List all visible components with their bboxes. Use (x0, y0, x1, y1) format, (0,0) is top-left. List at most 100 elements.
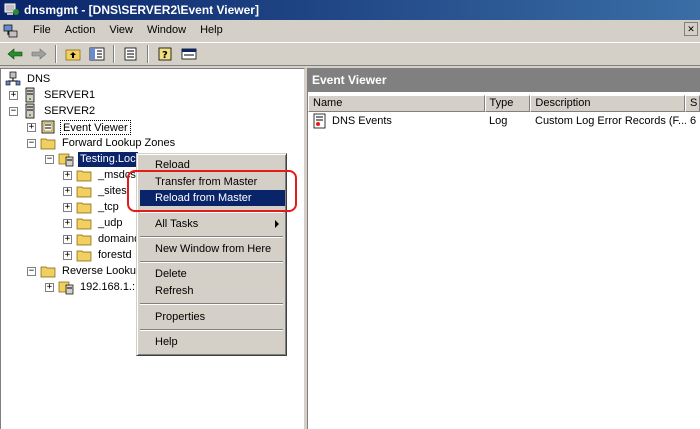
context-menu-refresh[interactable]: Refresh (140, 283, 285, 299)
folder-icon (76, 231, 92, 247)
list-item[interactable]: DNS Events Log Custom Log Error Records … (308, 113, 700, 129)
tree-label: DNS (27, 72, 51, 85)
collapse-icon[interactable]: − (45, 154, 54, 164)
folder-icon (40, 135, 56, 151)
tree-label: Event Viewer (60, 119, 131, 135)
tree-node-subfolder[interactable]: + _sites (63, 183, 129, 199)
console-tree-icon (89, 47, 105, 61)
context-menu-separator (140, 329, 283, 331)
collapse-icon[interactable]: − (27, 138, 36, 148)
folder-up-icon (65, 49, 81, 61)
event-log-icon (40, 119, 56, 135)
expand-icon[interactable]: + (63, 202, 72, 212)
column-header-size[interactable]: S (685, 95, 700, 112)
menu-file[interactable]: File (26, 21, 58, 40)
tree-label: Testing.Loc (78, 151, 138, 167)
tree-node-subfolder[interactable]: + _tcp (63, 199, 121, 215)
tree-node-testing-zone[interactable]: − Testing.Loc (45, 151, 138, 167)
context-menu-properties[interactable]: Properties (140, 309, 285, 325)
context-menu-delete[interactable]: Delete (140, 266, 285, 282)
context-menu-new-window[interactable]: New Window from Here (140, 241, 285, 257)
tree-label: Reverse Lookup (62, 264, 143, 277)
dns-console-icon (5, 71, 21, 87)
list-cell-description: Custom Log Error Records (F... (535, 115, 686, 127)
column-header-type[interactable]: Type (484, 95, 531, 112)
result-pane-header: Event Viewer (308, 69, 700, 92)
folder-icon (76, 199, 92, 215)
list-cell-size: 6 (690, 115, 697, 127)
context-menu-all-tasks[interactable]: All Tasks (140, 216, 285, 232)
window-title: dnsmgmt - [DNS\SERVER2\Event Viewer] (24, 3, 259, 17)
tree-label: Forward Lookup Zones (62, 136, 176, 149)
menu-help[interactable]: Help (193, 21, 230, 40)
tree-node-subfolder[interactable]: + forestd (63, 247, 134, 263)
expand-icon[interactable]: + (27, 122, 36, 132)
expand-icon[interactable]: + (45, 282, 54, 292)
export-list-icon (124, 47, 137, 61)
tree-node-event-viewer[interactable]: + Event Viewer (27, 119, 131, 135)
tree-label: _tcp (98, 200, 119, 213)
server-icon (22, 103, 38, 119)
toolbar: ? (0, 42, 700, 66)
column-header-description[interactable]: Description (530, 95, 686, 112)
tree-node-reverse-lookup-zones[interactable]: − Reverse Lookup (27, 263, 144, 279)
toolbar-separator (55, 45, 57, 63)
help-book-icon: ? (158, 47, 172, 61)
server-icon (22, 87, 38, 103)
tree-node-server1[interactable]: + SERVER1 (9, 87, 97, 103)
tree-node-dns[interactable]: DNS (5, 71, 52, 87)
forward-arrow-icon (31, 48, 47, 60)
up-one-level-button[interactable] (62, 44, 84, 64)
column-header-name[interactable]: Name (308, 95, 485, 112)
tree-node-subfolder[interactable]: + _udp (63, 215, 124, 231)
child-window-controls: ✕ (684, 22, 698, 36)
expand-icon[interactable]: + (63, 186, 72, 196)
back-button[interactable] (4, 44, 26, 64)
context-menu-help[interactable]: Help (140, 334, 285, 350)
result-pane: Event Viewer Name Type Description S DNS… (307, 68, 700, 429)
properties-icon (181, 48, 197, 60)
expand-icon[interactable]: + (63, 170, 72, 180)
title-bar: dnsmgmt - [DNS\SERVER2\Event Viewer] (0, 0, 700, 20)
folder-icon (76, 167, 92, 183)
tree-node-forward-lookup-zones[interactable]: − Forward Lookup Zones (27, 135, 177, 151)
help-button[interactable]: ? (154, 44, 176, 64)
list-cell-name-text: DNS Events (332, 115, 392, 127)
menu-view[interactable]: View (102, 21, 140, 40)
forward-button[interactable] (28, 44, 50, 64)
context-menu-separator (140, 303, 283, 305)
expand-icon[interactable]: + (63, 250, 72, 260)
expand-icon[interactable]: + (9, 90, 18, 100)
console-menu-icon[interactable] (2, 23, 20, 39)
expand-icon[interactable]: + (63, 218, 72, 228)
collapse-icon[interactable]: − (27, 266, 36, 276)
properties-button[interactable] (178, 44, 200, 64)
list-column-headers: Name Type Description S (308, 95, 700, 112)
svg-text:?: ? (162, 50, 168, 61)
zone-icon (58, 279, 74, 295)
dns-console-icon (4, 3, 20, 17)
submenu-arrow-icon (275, 220, 279, 228)
tree-label: SERVER2 (44, 104, 96, 117)
back-arrow-icon (7, 48, 23, 60)
tree-node-reverse-zone[interactable]: + 192.168.1.: (45, 279, 137, 295)
zone-icon (58, 151, 74, 167)
expand-icon[interactable]: + (63, 234, 72, 244)
export-list-button[interactable] (120, 44, 142, 64)
toolbar-separator (113, 45, 115, 63)
show-hide-tree-button[interactable] (86, 44, 108, 64)
child-close-button[interactable]: ✕ (684, 22, 698, 36)
menu-bar: File Action View Window Help ✕ (0, 20, 700, 41)
menu-window[interactable]: Window (140, 21, 193, 40)
tree-node-server2[interactable]: − SERVER2 (9, 103, 97, 119)
toolbar-separator (147, 45, 149, 63)
tree-label: _sites (98, 184, 127, 197)
collapse-icon[interactable]: − (9, 106, 18, 116)
folder-icon (40, 263, 56, 279)
menu-action[interactable]: Action (58, 21, 103, 40)
context-menu-separator (140, 236, 283, 238)
folder-icon (76, 247, 92, 263)
list-cell-name: DNS Events (308, 113, 485, 129)
tree-node-subfolder[interactable]: + domaind (63, 231, 142, 247)
event-log-icon (312, 113, 328, 129)
